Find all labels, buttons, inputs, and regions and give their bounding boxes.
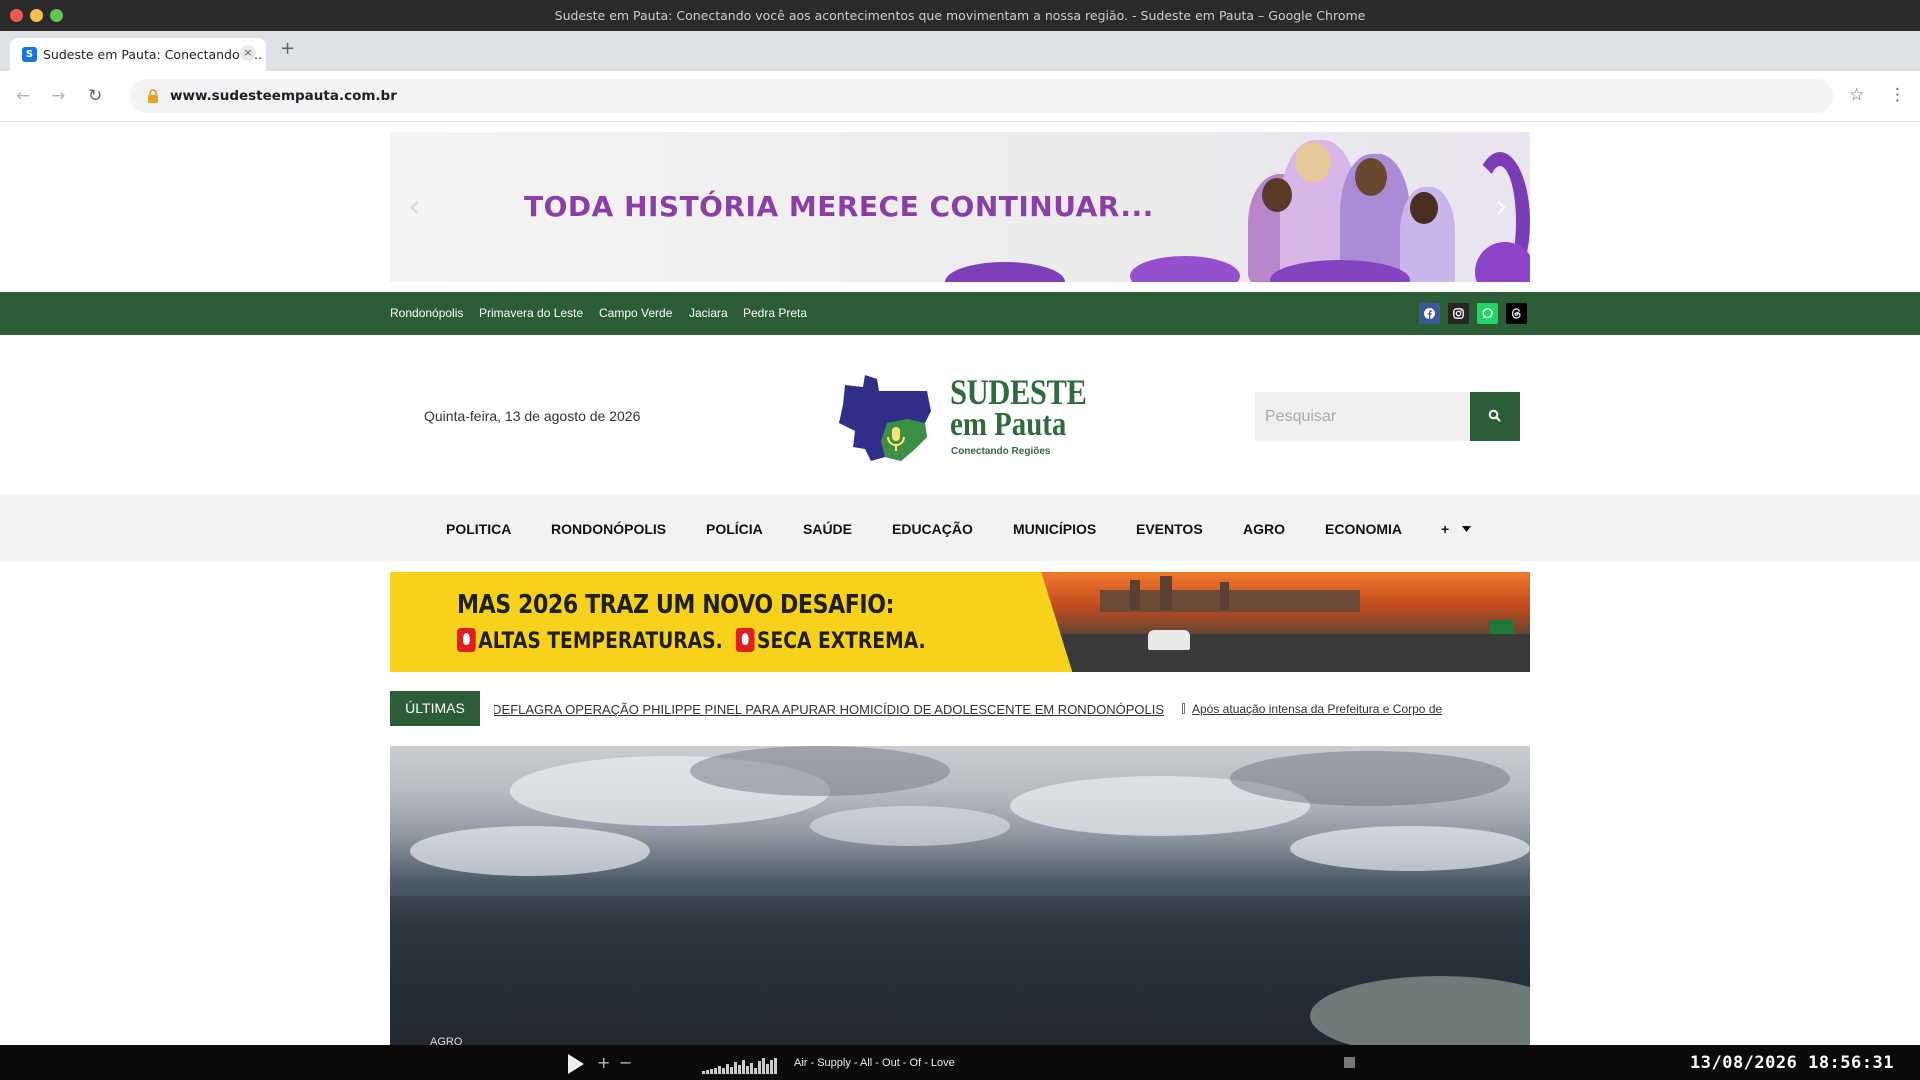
nav-item-rondonopolis[interactable]: RONDONÓPOLIS xyxy=(551,521,666,537)
new-tab-button[interactable]: + xyxy=(280,38,295,59)
browser-tab[interactable]: S Sudeste em Pauta: Conectando v... × xyxy=(10,38,266,71)
city-link-pedra-preta[interactable]: Pedra Preta xyxy=(743,306,807,320)
lock-icon xyxy=(148,89,158,103)
search-form xyxy=(1255,392,1520,441)
ad-subheadline-part2: SECA EXTREMA. xyxy=(757,629,926,654)
ad-subheadline: ALTAS TEMPERATURAS. SECA EXTREMA. xyxy=(457,628,926,654)
fire-icon xyxy=(457,628,476,652)
volume-up-icon[interactable]: + xyxy=(597,1053,610,1072)
close-window-button[interactable] xyxy=(10,9,23,22)
site-header: Quinta-feira, 13 de agosto de 2026 SUDES… xyxy=(0,335,1920,495)
now-playing-text: Air - Supply - All - Out - Of - Love xyxy=(794,1057,955,1069)
current-date: Quinta-feira, 13 de agosto de 2026 xyxy=(424,408,641,424)
top-city-bar: Rondonópolis Primavera do Leste Campo Ve… xyxy=(0,292,1920,335)
maximize-window-button[interactable] xyxy=(50,9,63,22)
ticker-news-item[interactable]: Após atuação intensa da Prefeitura e Cor… xyxy=(1192,702,1442,716)
city-link-rondonopolis[interactable]: Rondonópolis xyxy=(390,306,463,320)
web-page: ‹ TODA HISTÓRIA MERECE CONTINUAR... › Ro… xyxy=(0,122,1920,1045)
tab-title: Sudeste em Pauta: Conectando v... xyxy=(43,47,262,62)
nav-item-economia[interactable]: ECONOMIA xyxy=(1325,521,1402,537)
ad-headline: MAS 2026 TRAZ UM NOVO DESAFIO: xyxy=(457,590,895,620)
city-link-campo-verde[interactable]: Campo Verde xyxy=(599,306,672,320)
minimize-window-button[interactable] xyxy=(30,9,43,22)
city-link-jaciara[interactable]: Jaciara xyxy=(689,306,728,320)
fire-icon xyxy=(735,628,755,652)
stop-icon[interactable] xyxy=(1344,1057,1355,1068)
window-title: Sudeste em Pauta: Conectando você aos ac… xyxy=(554,8,1366,23)
city-link-primavera-do-leste[interactable]: Primavera do Leste xyxy=(479,306,583,320)
middle-ad-banner[interactable]: MAS 2026 TRAZ UM NOVO DESAFIO: ALTAS TEM… xyxy=(390,572,1530,672)
nav-item-policia[interactable]: POLÍCIA xyxy=(706,521,763,537)
menu-kebab-icon[interactable]: ⋮ xyxy=(1889,85,1906,105)
panel-clock: 13/08/2026 18:56:31 xyxy=(1690,1053,1894,1073)
main-navigation: POLITICA RONDONÓPOLIS POLÍCIA SAÚDE EDUC… xyxy=(0,495,1920,561)
nav-item-agro[interactable]: AGRO xyxy=(1243,521,1285,537)
bookmark-star-icon[interactable]: ☆ xyxy=(1849,85,1864,105)
nav-item-politica[interactable]: POLITICA xyxy=(446,521,511,537)
latest-news-ticker: ÚLTIMAS DEFLAGRA OPERAÇÃO PHILIPPE PINEL… xyxy=(390,691,1530,726)
threads-icon[interactable] xyxy=(1506,303,1527,324)
back-button[interactable]: ← xyxy=(16,86,30,106)
ticker-separator-icon xyxy=(1182,703,1185,714)
tab-strip: S Sudeste em Pauta: Conectando v... × + xyxy=(0,31,1920,71)
logo-tagline: Conectando Regiões xyxy=(951,446,1051,457)
ticker-news-item[interactable]: DEFLAGRA OPERAÇÃO PHILIPPE PINEL PARA AP… xyxy=(494,702,1164,717)
mato-grosso-map-icon xyxy=(839,375,931,461)
search-button[interactable] xyxy=(1470,392,1520,441)
url-text: www.sudesteempauta.com.br xyxy=(170,88,397,104)
nav-item-educacao[interactable]: EDUCAÇÃO xyxy=(892,521,973,537)
nav-item-municipios[interactable]: MUNICÍPIOS xyxy=(1013,521,1096,537)
browser-toolbar: ← → ↻ www.sudesteempauta.com.br ☆ ⋮ xyxy=(0,71,1920,122)
instagram-icon[interactable] xyxy=(1448,303,1469,324)
close-tab-icon[interactable]: × xyxy=(240,45,256,61)
play-icon[interactable] xyxy=(568,1054,584,1074)
volume-down-icon[interactable]: − xyxy=(619,1053,632,1072)
nav-item-saude[interactable]: SAÚDE xyxy=(803,521,852,537)
logo-title-line2: em Pauta xyxy=(950,406,1067,443)
ad-road-photo xyxy=(1041,572,1530,672)
reload-button[interactable]: ↻ xyxy=(88,86,102,106)
facebook-icon[interactable] xyxy=(1419,303,1440,324)
hero-category-tag[interactable]: AGRO xyxy=(430,1036,462,1045)
nav-item-eventos[interactable]: EVENTOS xyxy=(1136,521,1203,537)
forward-button[interactable]: → xyxy=(51,86,65,106)
search-input[interactable] xyxy=(1255,392,1470,441)
site-logo[interactable]: SUDESTE em Pauta Conectando Regiões xyxy=(835,371,1095,463)
window-titlebar: Sudeste em Pauta: Conectando você aos ac… xyxy=(0,0,1920,31)
banner-next-arrow-icon[interactable]: › xyxy=(1495,187,1508,225)
favicon-icon: S xyxy=(22,47,37,62)
top-ad-banner[interactable]: ‹ TODA HISTÓRIA MERECE CONTINUAR... › xyxy=(390,132,1530,282)
chevron-down-icon xyxy=(1462,526,1471,532)
address-bar[interactable]: www.sudesteempauta.com.br xyxy=(130,79,1833,113)
featured-news-image[interactable]: AGRO xyxy=(390,746,1530,1045)
ad-subheadline-part1: ALTAS TEMPERATURAS. xyxy=(478,629,723,654)
whatsapp-icon[interactable] xyxy=(1477,303,1498,324)
banner-headline: TODA HISTÓRIA MERECE CONTINUAR... xyxy=(524,190,1154,223)
media-panel: + − Air - Supply - All - Out - Of - Love… xyxy=(0,1045,1920,1080)
nav-more-label: + xyxy=(1441,521,1450,537)
banner-prev-arrow-icon[interactable]: ‹ xyxy=(408,187,421,225)
ticker-label: ÚLTIMAS xyxy=(390,691,480,726)
search-icon xyxy=(1488,409,1501,422)
nav-more-button[interactable]: + xyxy=(1441,521,1471,537)
equalizer-icon xyxy=(702,1055,790,1074)
